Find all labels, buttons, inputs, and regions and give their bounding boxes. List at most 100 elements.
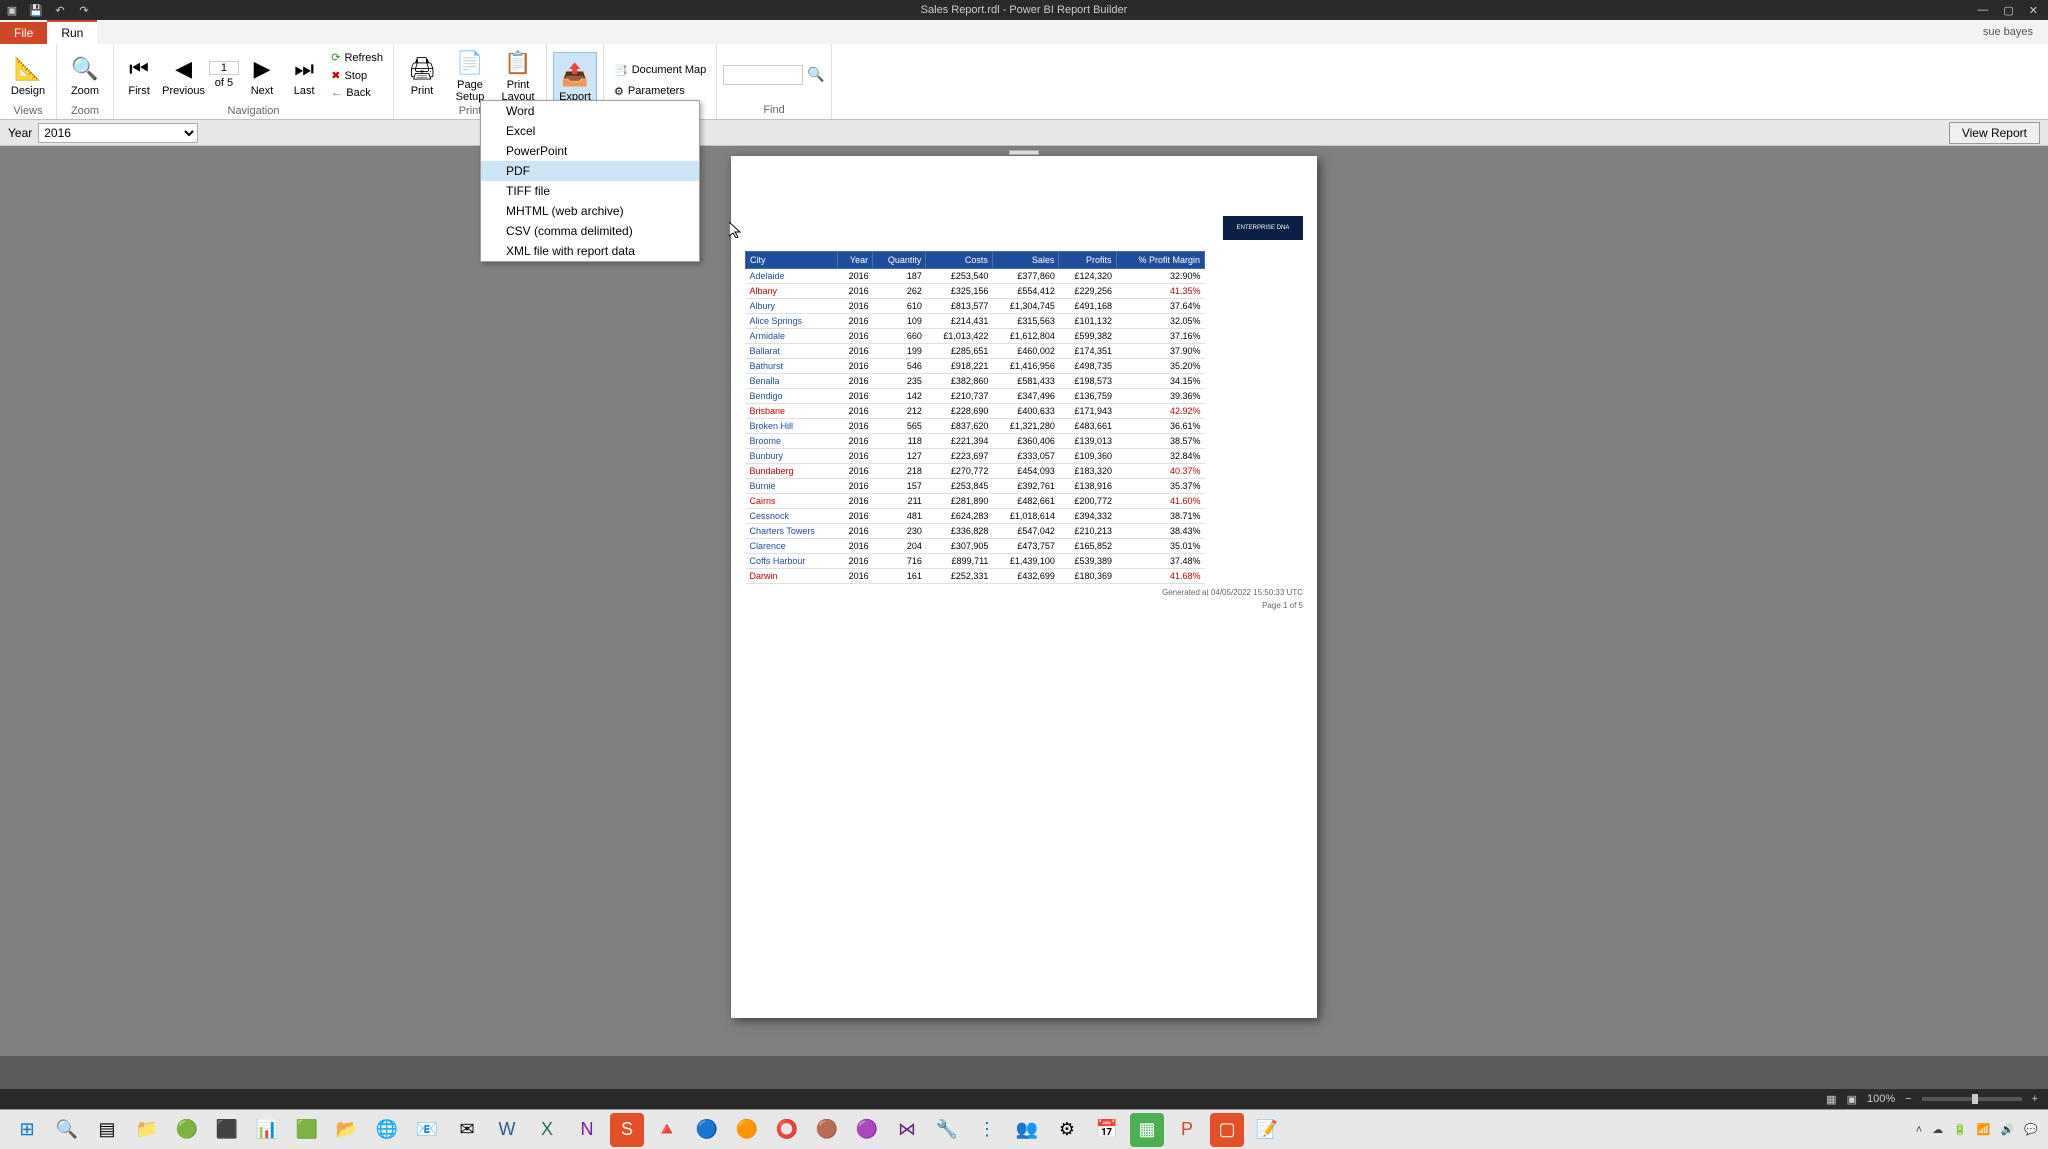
app-icon-12[interactable]: 🔧 <box>930 1113 964 1147</box>
app-icon-13[interactable]: ▦ <box>1130 1113 1164 1147</box>
app-icon-10[interactable]: 🟤 <box>810 1113 844 1147</box>
find-input[interactable] <box>723 65 803 85</box>
zoom-in-button[interactable]: + <box>2032 1093 2038 1105</box>
file-explorer-icon[interactable]: 📁 <box>130 1113 164 1147</box>
refresh-button[interactable]: ⟳Refresh <box>327 49 387 66</box>
app-icon-6[interactable]: S <box>610 1113 644 1147</box>
export-csv[interactable]: CSV (comma delimited) <box>481 221 699 241</box>
parameters-button[interactable]: ⚙Parameters <box>610 83 710 100</box>
zoom-icon: 🔍 <box>69 53 101 85</box>
vs-icon[interactable]: ⋈ <box>890 1113 924 1147</box>
table-row: Adelaide2016187£253,540£377,860£124,3203… <box>746 269 1205 284</box>
table-row: Clarence2016204£307,905£473,757£165,8523… <box>746 539 1205 554</box>
export-powerpoint[interactable]: PowerPoint <box>481 141 699 161</box>
search-icon[interactable]: 🔍 <box>50 1113 84 1147</box>
app-icon-14[interactable]: ▢ <box>1210 1113 1244 1147</box>
table-row: Bunbury2016127£223,697£333,057£109,36032… <box>746 449 1205 464</box>
table-row: Bundaberg2016218£270,772£454,093£183,320… <box>746 464 1205 479</box>
view-mode-icon-2[interactable]: ▣ <box>1847 1093 1857 1106</box>
redo-icon[interactable]: ↷ <box>77 3 91 17</box>
app-icon-5[interactable]: 📂 <box>330 1113 364 1147</box>
tray-wifi-icon[interactable]: 📶 <box>1977 1123 1991 1136</box>
minimize-button[interactable]: — <box>1977 4 1988 17</box>
table-row: Coffs Harbour2016716£899,711£1,439,100£5… <box>746 554 1205 569</box>
save-icon[interactable]: 💾 <box>29 3 43 17</box>
export-pdf[interactable]: PDF <box>481 161 699 181</box>
table-row: Ballarat2016199£285,651£460,002£174,3513… <box>746 344 1205 359</box>
table-row: Albany2016262£325,156£554,412£229,25641.… <box>746 284 1205 299</box>
table-row: Broome2016118£221,394£360,406£139,01338.… <box>746 434 1205 449</box>
vscode-icon[interactable]: ⋮ <box>970 1113 1004 1147</box>
maximize-button[interactable]: ▢ <box>2003 4 2013 17</box>
page-setup-button[interactable]: 📄Page Setup <box>448 46 492 104</box>
word-icon[interactable]: W <box>490 1113 524 1147</box>
print-button[interactable]: 🖨Print <box>400 46 444 104</box>
tray-battery-icon[interactable]: 🔋 <box>1953 1123 1967 1136</box>
view-report-button[interactable]: View Report <box>1949 122 2040 144</box>
app-icon-2[interactable]: ⬛ <box>210 1113 244 1147</box>
export-tiff[interactable]: TIFF file <box>481 181 699 201</box>
start-button[interactable]: ⊞ <box>10 1113 44 1147</box>
app-icon-3[interactable]: 📊 <box>250 1113 284 1147</box>
calendar-icon[interactable]: 📅 <box>1090 1113 1124 1147</box>
zoom-out-button[interactable]: − <box>1905 1093 1911 1105</box>
export-excel[interactable]: Excel <box>481 121 699 141</box>
first-button[interactable]: ⏮ First <box>120 46 158 104</box>
app-icon-8[interactable]: 🟠 <box>730 1113 764 1147</box>
tab-run[interactable]: Run <box>47 20 97 44</box>
teams-icon[interactable]: 👥 <box>1010 1113 1044 1147</box>
app-icon-11[interactable]: 🟣 <box>850 1113 884 1147</box>
table-row: Cairns2016211£281,890£482,661£200,77241.… <box>746 494 1205 509</box>
back-icon: ← <box>331 87 342 99</box>
last-button[interactable]: ⏭ Last <box>285 46 323 104</box>
app-icon-9[interactable]: ⭕ <box>770 1113 804 1147</box>
year-select[interactable]: 2016 <box>38 123 198 143</box>
parameters-icon: ⚙ <box>614 85 624 98</box>
print-layout-icon: 📋 <box>502 47 534 79</box>
stop-button[interactable]: ✖Stop <box>327 67 387 84</box>
find-icon[interactable]: 🔍 <box>807 66 824 83</box>
chrome-icon[interactable]: 🔵 <box>690 1113 724 1147</box>
design-button[interactable]: 📐 Design <box>6 46 50 104</box>
edge-icon[interactable]: 🌐 <box>370 1113 404 1147</box>
powerpoint-icon[interactable]: P <box>1170 1113 1204 1147</box>
export-xml[interactable]: XML file with report data <box>481 241 699 261</box>
export-word[interactable]: Word <box>481 101 699 121</box>
first-icon: ⏮ <box>123 53 155 85</box>
undo-icon[interactable]: ↶ <box>53 3 67 17</box>
column-header: Sales <box>992 252 1059 269</box>
close-button[interactable]: ✕ <box>2029 4 2038 17</box>
export-menu: Word Excel PowerPoint PDF TIFF file MHTM… <box>480 100 700 262</box>
document-map-button[interactable]: 📑Document Map <box>610 62 710 79</box>
tray-volume-icon[interactable]: 🔊 <box>2001 1123 2015 1136</box>
document-map-icon: 📑 <box>614 64 628 77</box>
notepad-icon[interactable]: 📝 <box>1250 1113 1284 1147</box>
excel-icon[interactable]: X <box>530 1113 564 1147</box>
table-row: Charters Towers2016230£336,828£547,042£2… <box>746 524 1205 539</box>
zoom-button[interactable]: 🔍 Zoom <box>63 46 107 104</box>
onenote-icon[interactable]: N <box>570 1113 604 1147</box>
view-mode-icon[interactable]: ▦ <box>1826 1093 1836 1106</box>
next-button[interactable]: ▶ Next <box>243 46 281 104</box>
tray-cloud-icon[interactable]: ☁ <box>1932 1123 1943 1136</box>
page-info: Page 1 of 5 <box>745 601 1303 610</box>
app-icon-4[interactable]: 🟩 <box>290 1113 324 1147</box>
app-icon-1[interactable]: 🟢 <box>170 1113 204 1147</box>
tray-chevron-icon[interactable]: ˄ <box>1916 1124 1922 1136</box>
export-icon: 📤 <box>559 59 591 91</box>
outlook-icon[interactable]: 📧 <box>410 1113 444 1147</box>
mail-icon[interactable]: ✉ <box>450 1113 484 1147</box>
table-row: Broken Hill2016565£837,620£1,321,280£483… <box>746 419 1205 434</box>
zoom-slider[interactable] <box>1922 1097 2022 1101</box>
task-view-icon[interactable]: ▤ <box>90 1113 124 1147</box>
back-button[interactable]: ←Back <box>327 85 387 101</box>
export-mhtml[interactable]: MHTML (web archive) <box>481 201 699 221</box>
tray-notification-icon[interactable]: 💬 <box>2024 1123 2038 1136</box>
tab-file[interactable]: File <box>0 22 47 44</box>
app-icon-7[interactable]: 🔺 <box>650 1113 684 1147</box>
settings-icon[interactable]: ⚙ <box>1050 1113 1084 1147</box>
print-layout-button[interactable]: 📋Print Layout <box>496 46 540 104</box>
page-input[interactable] <box>209 61 239 75</box>
previous-button[interactable]: ◀ Previous <box>162 46 205 104</box>
logo: ENTERPRISE DNA <box>1223 216 1303 240</box>
